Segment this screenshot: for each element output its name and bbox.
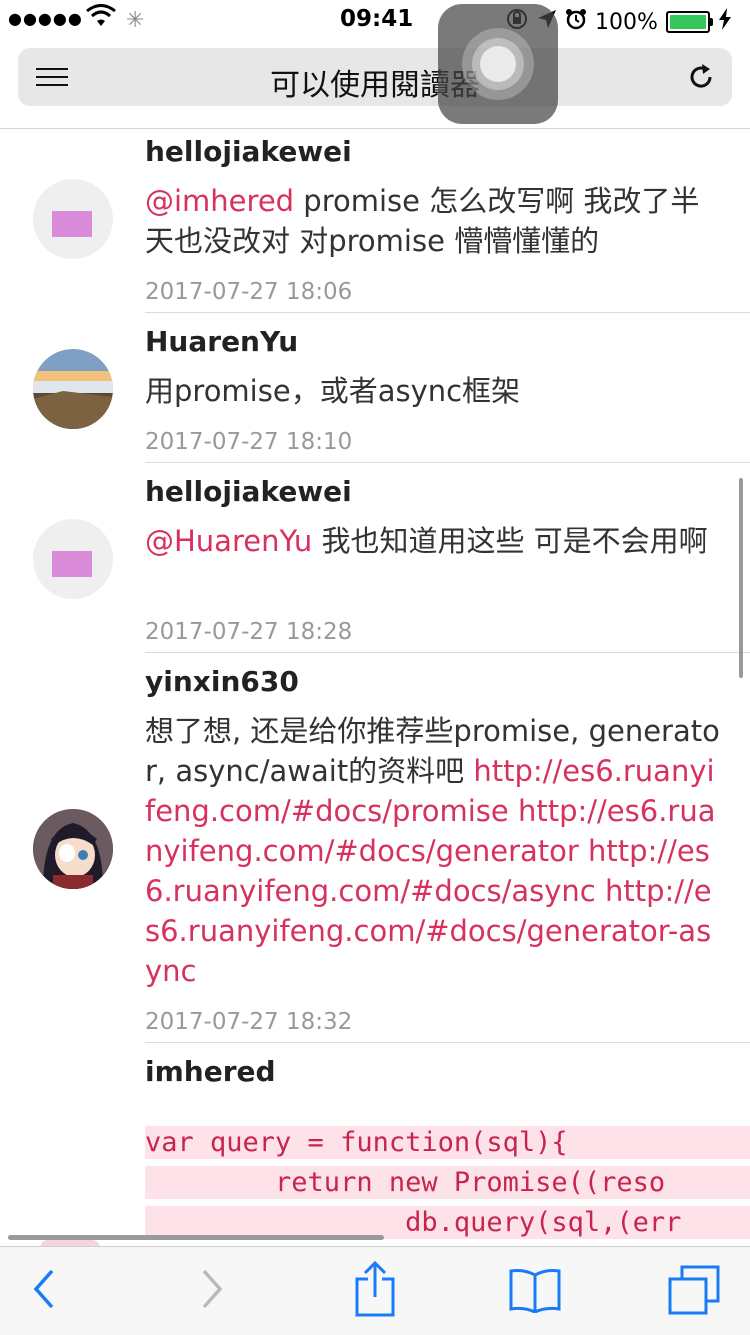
comment-username[interactable]: hellojiakewei	[145, 135, 352, 168]
charging-bolt-icon	[718, 8, 732, 36]
header-divider	[0, 128, 750, 129]
code-line: return new Promise((reso	[145, 1166, 750, 1199]
wifi-icon	[86, 4, 116, 34]
assistive-touch-button[interactable]	[438, 4, 558, 124]
battery-percent: 100%	[595, 9, 658, 35]
comment-content: 用promise，或者async框架	[145, 374, 521, 408]
comment-divider	[145, 652, 750, 653]
comment-text: 想了想, 还是给你推荐些promise, generator, async/aw…	[145, 711, 723, 991]
comment-time: 2017-07-27 18:28	[145, 619, 353, 645]
comment-divider	[145, 462, 750, 463]
reload-icon[interactable]	[686, 62, 716, 96]
code-line: var query = function(sql){	[145, 1126, 750, 1159]
bookmarks-icon[interactable]	[508, 1267, 562, 1317]
comment-username[interactable]: HuarenYu	[145, 325, 298, 358]
back-icon[interactable]	[30, 1265, 58, 1317]
mention-link[interactable]: @imhered	[145, 184, 294, 218]
comment-text: @HuarenYu 我也知道用这些 可是不会用啊	[145, 521, 723, 561]
comment-time: 2017-07-27 18:10	[145, 429, 353, 455]
comment-time: 2017-07-27 18:06	[145, 279, 353, 305]
comment-username[interactable]: yinxin630	[145, 665, 299, 698]
comment-username[interactable]: hellojiakewei	[145, 475, 352, 508]
battery-icon	[665, 11, 713, 33]
comment-content: 我也知道用这些 可是不会用啊	[312, 524, 708, 558]
horizontal-scrollbar[interactable]	[8, 1235, 384, 1240]
forward-icon[interactable]	[198, 1265, 226, 1317]
vertical-scrollbar[interactable]	[739, 478, 743, 678]
status-time: 09:41	[340, 6, 414, 32]
comment-divider	[145, 312, 750, 313]
comment-divider	[145, 1042, 750, 1043]
tabs-icon[interactable]	[668, 1265, 720, 1319]
share-icon[interactable]	[354, 1260, 396, 1321]
avatar[interactable]	[33, 519, 113, 599]
avatar[interactable]	[33, 349, 113, 429]
avatar[interactable]	[33, 809, 113, 889]
reference-links[interactable]: http://es6.ruanyifeng.com/#docs/promise …	[145, 754, 715, 988]
page-title[interactable]: 可以使用閱讀器	[18, 60, 732, 104]
bottom-toolbar	[0, 1246, 750, 1335]
avatar[interactable]	[33, 179, 113, 259]
signal-strength: ●●●●●	[8, 9, 83, 28]
mention-link[interactable]: @HuarenYu	[145, 524, 312, 558]
comment-time: 2017-07-27 18:32	[145, 1009, 353, 1035]
comment-text: @imhered promise 怎么改写啊 我改了半天也没改对 对promis…	[145, 181, 723, 261]
comment-username[interactable]: imhered	[145, 1055, 276, 1088]
activity-spinner-icon: ✳	[126, 8, 145, 33]
address-bar[interactable]: 可以使用閱讀器	[18, 48, 732, 106]
status-bar: ●●●●● ✳ 09:41 100%	[0, 0, 750, 40]
code-block: var query = function(sql){ return new Pr…	[145, 1126, 750, 1246]
alarm-icon	[565, 8, 587, 36]
